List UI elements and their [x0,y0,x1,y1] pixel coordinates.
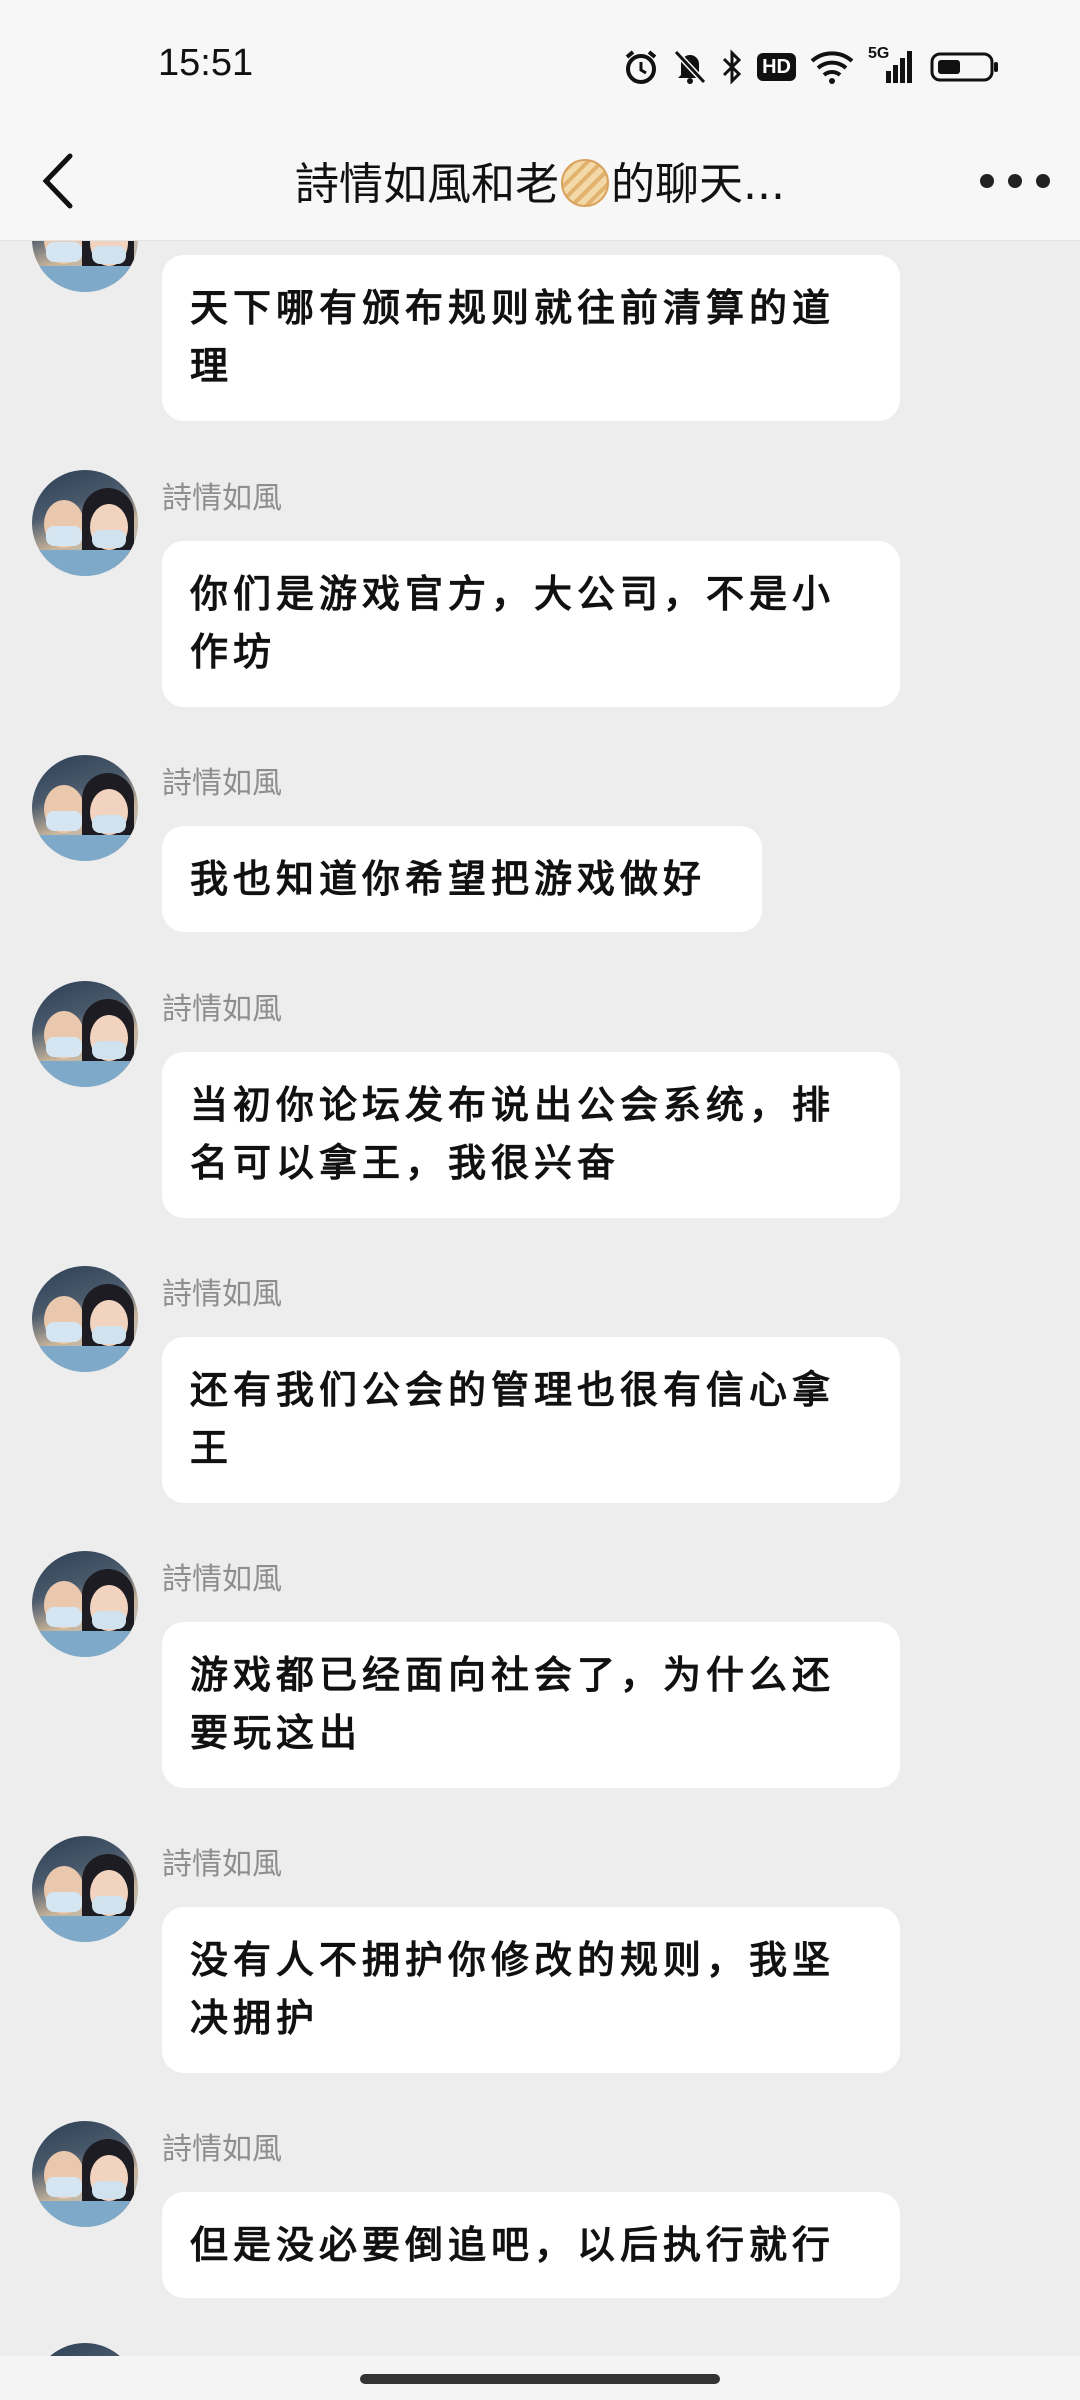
back-arrow-icon[interactable] [36,146,100,216]
cookie-emoji-icon [561,159,610,207]
sender-name: 詩情如風 [162,1562,282,1597]
sender-name: 詩情如風 [162,1847,282,1882]
message-bubble[interactable]: 你们是游戏官方，大公司，不是小作坊 [162,541,900,707]
avatar[interactable] [32,1266,138,1372]
navigation-bar [0,2356,1080,2400]
sender-name: 詩情如風 [162,766,282,801]
sender-name: 詩情如風 [162,992,282,1027]
avatar[interactable] [32,1551,138,1657]
hd-icon: HD [757,53,796,81]
bluetooth-icon [723,49,742,85]
status-time: 15:51 [158,42,254,84]
sender-name: 詩情如風 [162,481,282,516]
battery-icon [930,52,998,82]
message-bubble[interactable]: 天下哪有颁布规则就往前清算的道理 [162,255,900,421]
mute-icon [673,49,707,85]
avatar[interactable] [32,1836,138,1942]
chat-title: 詩情如風和老 的聊天... [220,148,860,212]
message-bubble[interactable]: 游戏都已经面向社会了，为什么还要玩这出 [162,1622,900,1788]
message-bubble[interactable]: 没有人不拥护你修改的规则，我坚决拥护 [162,1907,900,2073]
message-bubble[interactable]: 还有我们公会的管理也很有信心拿王 [162,1337,900,1503]
alarm-icon [625,50,657,84]
sender-name: 詩情如風 [162,2132,282,2167]
avatar[interactable] [32,2343,138,2356]
avatar[interactable] [32,241,138,292]
message-bubble[interactable]: 当初你论坛发布说出公会系统，排名可以拿王，我很兴奋 [162,1052,900,1218]
avatar[interactable] [32,755,138,861]
message-list[interactable]: 天下哪有颁布规则就往前清算的道理 詩情如風 你们是游戏官方，大公司，不是小作坊 … [0,241,1080,2356]
avatar[interactable] [32,2121,138,2227]
home-indicator[interactable] [360,2374,720,2384]
avatar[interactable] [32,981,138,1087]
avatar[interactable] [32,470,138,576]
signal-5g-icon: 5G [868,45,916,85]
chat-title-prefix: 詩情如風和老 [295,159,560,210]
more-options-icon[interactable] [980,158,1050,204]
message-bubble[interactable]: 我也知道你希望把游戏做好 [162,826,762,932]
chat-title-suffix: 的聊天... [611,159,785,210]
message-bubble[interactable]: 但是没必要倒追吧，以后执行就行 [162,2192,900,2298]
status-icons: HD 5G [623,44,1000,90]
sender-name: 詩情如風 [162,1277,282,1312]
wifi-icon [810,51,854,84]
chat-header: 詩情如風和老 的聊天... [0,120,1080,241]
status-bar: 15:51 HD 5G [0,0,1080,120]
